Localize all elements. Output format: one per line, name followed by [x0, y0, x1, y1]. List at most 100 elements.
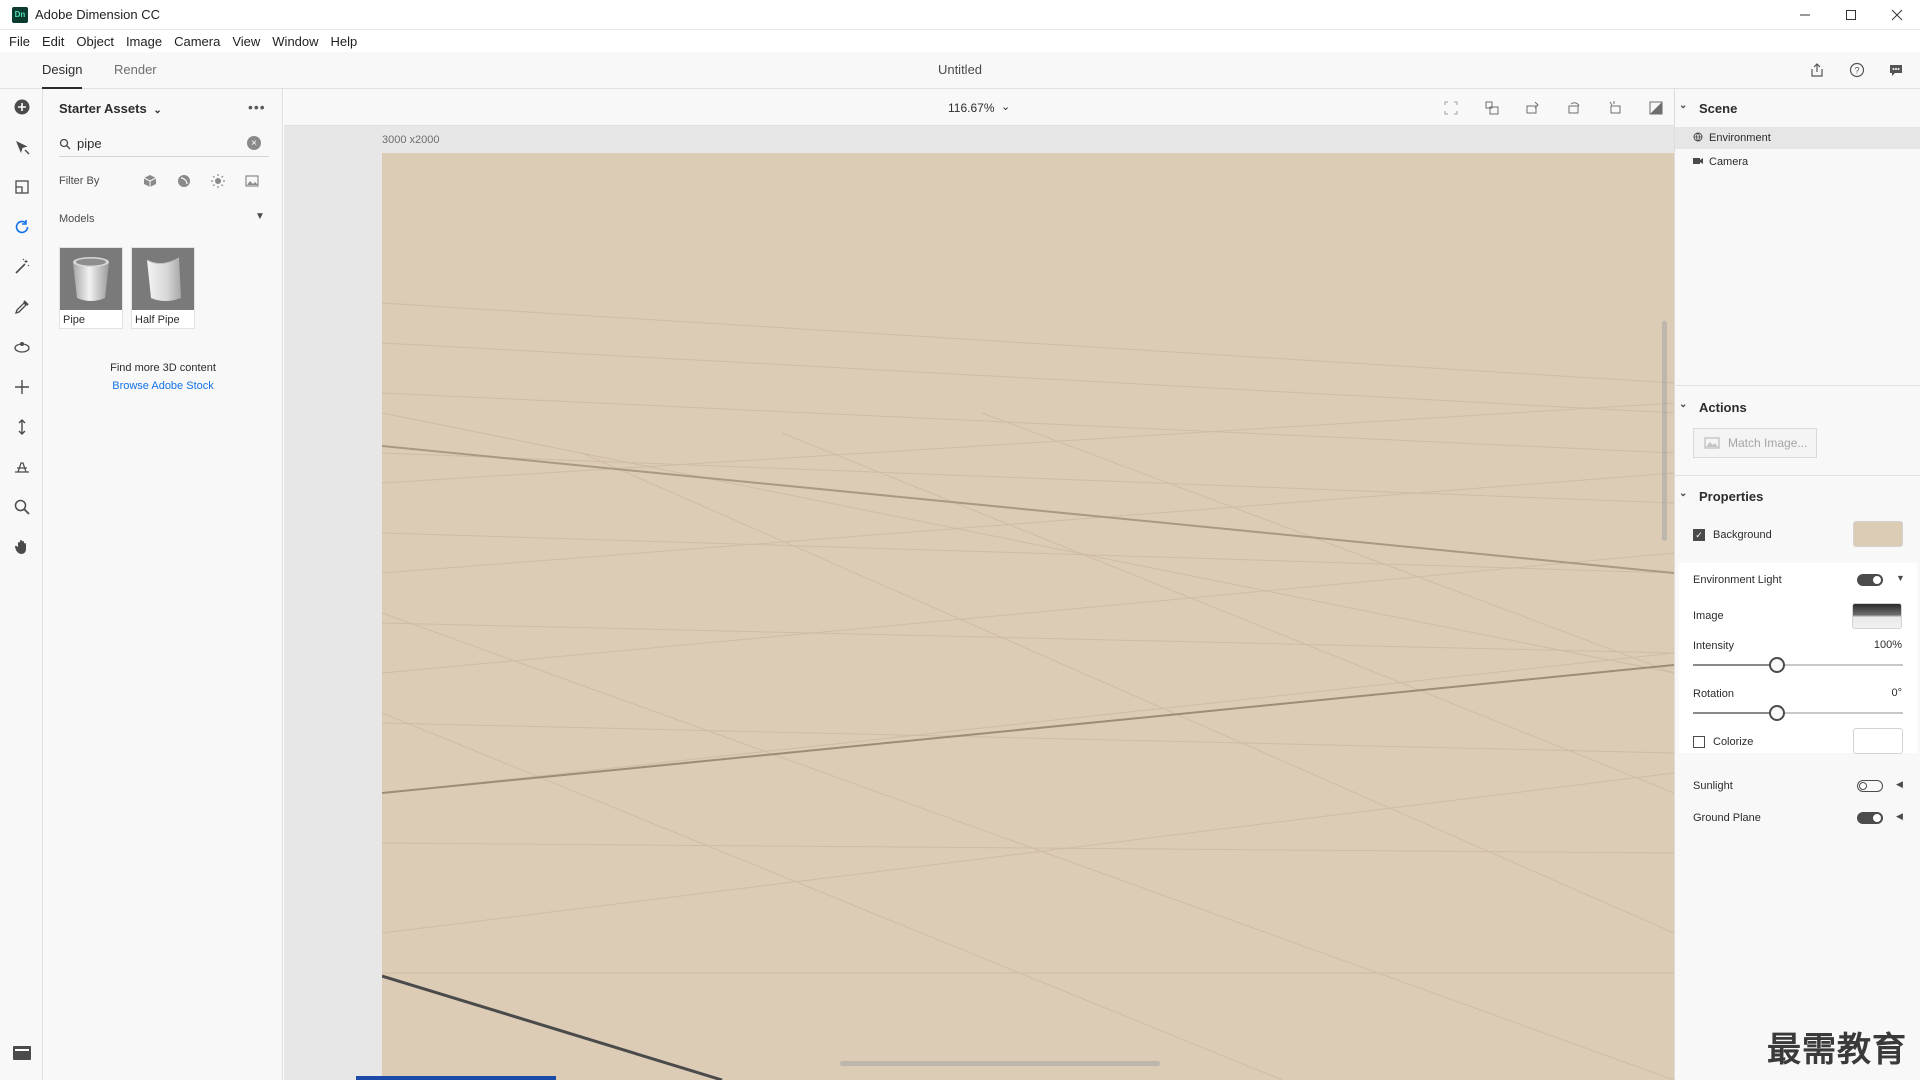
dolly-tool-icon: [18, 419, 26, 435]
rotation-slider[interactable]: [1693, 705, 1903, 721]
vertical-scrollbar[interactable]: [1662, 321, 1667, 541]
search-input[interactable]: [77, 136, 237, 151]
orbit-tool-icon: [14, 342, 30, 353]
models-collapse-button[interactable]: ▼: [255, 211, 265, 222]
tool-bar: [0, 89, 43, 1080]
asset-search: ×: [59, 131, 269, 157]
section-divider: [1675, 475, 1920, 476]
maximize-button[interactable]: [1828, 0, 1874, 30]
horizon-tool[interactable]: [10, 455, 34, 479]
asset-label: Pipe: [63, 314, 86, 326]
align-icon: [1485, 101, 1499, 115]
asset-card-pipe[interactable]: Pipe: [59, 247, 123, 329]
select-tool[interactable]: [10, 135, 34, 159]
clear-search-button[interactable]: ×: [247, 136, 261, 150]
help-button[interactable]: ?: [1847, 60, 1867, 80]
share-button[interactable]: [1807, 60, 1827, 80]
menu-file[interactable]: File: [9, 34, 30, 49]
environment-light-expand-button[interactable]: ▼: [1896, 573, 1905, 583]
background-color-swatch[interactable]: [1853, 521, 1903, 547]
add-content-button[interactable]: [10, 95, 34, 119]
image-filter-button[interactable]: [242, 171, 262, 191]
ground-plane-expand-button[interactable]: ◀: [1896, 811, 1903, 822]
more-options-button[interactable]: •••: [248, 99, 266, 115]
intensity-slider[interactable]: [1693, 657, 1903, 673]
asset-card-half-pipe[interactable]: Half Pipe: [131, 247, 195, 329]
toggle-knob: [1873, 814, 1881, 822]
intensity-label: Intensity: [1693, 640, 1734, 652]
render-preview-button[interactable]: [1646, 98, 1666, 118]
light-filter-button[interactable]: [208, 171, 228, 191]
snap-button[interactable]: [1605, 98, 1625, 118]
close-button[interactable]: [1874, 0, 1920, 30]
menu-image[interactable]: Image: [126, 34, 162, 49]
properties-panel: ⌄ Scene Environment Camera ⌄ Actions Mat…: [1674, 89, 1920, 1080]
match-image-button[interactable]: Match Image...: [1693, 428, 1817, 458]
frame-button[interactable]: [1441, 98, 1461, 118]
model-filter-button[interactable]: [140, 171, 160, 191]
app-logo-icon: Dn: [12, 6, 28, 23]
panel-toggle-button[interactable]: [10, 1041, 34, 1065]
environment-light-toggle[interactable]: [1857, 574, 1883, 586]
share-icon: [1811, 63, 1823, 77]
eyedropper-tool[interactable]: [10, 295, 34, 319]
rotation-value: 0°: [1891, 687, 1902, 699]
menu-camera[interactable]: Camera: [174, 34, 220, 49]
pan-tool[interactable]: [10, 375, 34, 399]
menu-help[interactable]: Help: [331, 34, 358, 49]
scene-item-camera[interactable]: Camera: [1675, 151, 1920, 173]
rotate-view-icon: [1568, 102, 1580, 114]
horizontal-scrollbar[interactable]: [840, 1061, 1160, 1066]
scene-item-environment[interactable]: Environment: [1675, 127, 1920, 149]
maximize-icon: [1846, 10, 1856, 20]
zoom-level[interactable]: 116.67%: [948, 101, 994, 115]
zoom-dropdown-button[interactable]: ⌄: [1001, 100, 1010, 113]
menu-view[interactable]: View: [232, 34, 260, 49]
environment-image-thumbnail[interactable]: [1852, 603, 1902, 629]
rotate-view-button[interactable]: [1564, 98, 1584, 118]
menu-window[interactable]: Window: [272, 34, 318, 49]
section-divider: [1675, 385, 1920, 386]
toggle-knob: [1859, 782, 1867, 790]
properties-section-header[interactable]: ⌄ Properties: [1679, 488, 1763, 504]
environment-icon: [1693, 132, 1707, 145]
orbit-tool[interactable]: [10, 335, 34, 359]
minimize-button[interactable]: [1782, 0, 1828, 30]
clear-icon: ×: [251, 137, 257, 149]
rotate-tool[interactable]: [10, 215, 34, 239]
drop-to-ground-icon: [1526, 101, 1539, 114]
zoom-tool[interactable]: [10, 495, 34, 519]
colorize-checkbox[interactable]: [1693, 736, 1705, 748]
menu-edit[interactable]: Edit: [42, 34, 64, 49]
assets-title-dropdown[interactable]: Starter Assets ⌄: [59, 101, 162, 116]
scene-section-header[interactable]: ⌄ Scene: [1679, 100, 1738, 116]
browse-adobe-stock-link[interactable]: Browse Adobe Stock: [43, 380, 283, 392]
add-content-icon: [14, 99, 30, 115]
dolly-tool[interactable]: [10, 415, 34, 439]
magic-wand-tool[interactable]: [10, 255, 34, 279]
sunlight-expand-button[interactable]: ◀: [1896, 779, 1903, 790]
slider-knob[interactable]: [1769, 705, 1785, 721]
half-pipe-model-icon: [146, 257, 181, 301]
comment-button[interactable]: [1886, 60, 1906, 80]
menu-object[interactable]: Object: [76, 34, 114, 49]
sunlight-toggle[interactable]: [1857, 780, 1883, 792]
actions-section-header[interactable]: ⌄ Actions: [1679, 399, 1747, 415]
select-tool-icon: [16, 141, 30, 155]
drop-to-ground-button[interactable]: [1523, 98, 1543, 118]
slider-knob[interactable]: [1769, 657, 1785, 673]
material-filter-button[interactable]: [174, 171, 194, 191]
zoom-tool-icon: [14, 499, 30, 515]
background-checkbox[interactable]: ✓: [1693, 529, 1705, 541]
environment-light-group: [1679, 563, 1917, 753]
3d-viewport[interactable]: [382, 153, 1674, 1080]
scene-title: Scene: [1699, 101, 1738, 116]
pan-tool-icon: [15, 380, 29, 394]
ground-plane-toggle[interactable]: [1857, 812, 1883, 824]
hand-tool[interactable]: [10, 535, 34, 559]
align-button[interactable]: [1482, 98, 1502, 118]
ground-plane-label: Ground Plane: [1693, 812, 1761, 824]
canvas-size-label: 3000 x2000: [382, 134, 440, 146]
move-tool[interactable]: [10, 175, 34, 199]
colorize-color-swatch[interactable]: [1853, 728, 1903, 754]
